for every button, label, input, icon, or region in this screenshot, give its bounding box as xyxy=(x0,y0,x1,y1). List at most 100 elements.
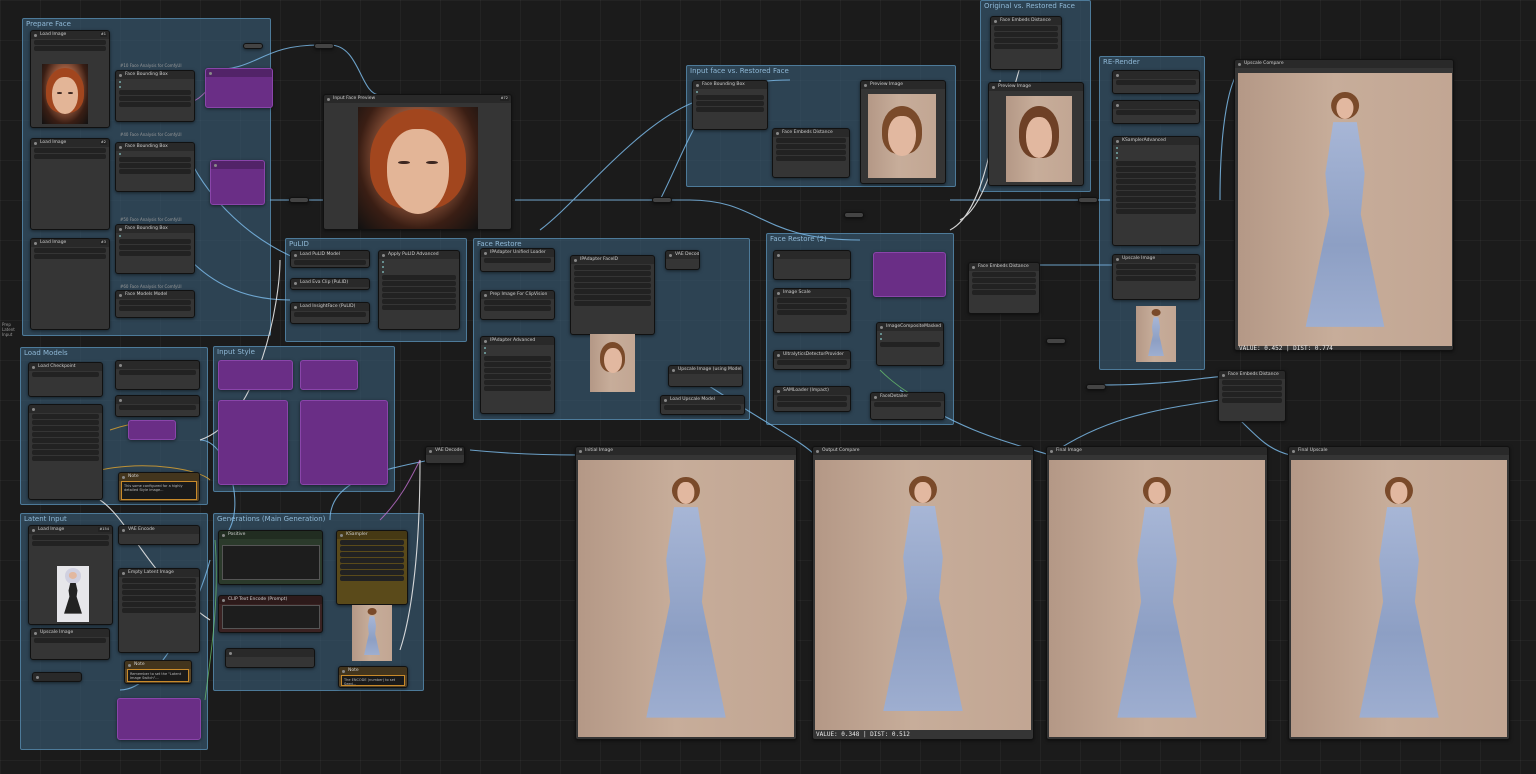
upscale-with-model-node[interactable]: Upscale Image (using Model) xyxy=(668,365,743,387)
device-select[interactable] xyxy=(777,402,847,407)
note-text[interactable]: This some configured for a highly detail… xyxy=(121,481,197,500)
projection-widget[interactable] xyxy=(382,281,456,286)
seed-widget[interactable] xyxy=(119,370,196,375)
input-slot[interactable] xyxy=(484,351,551,355)
image-select[interactable] xyxy=(34,148,106,153)
insightface-node[interactable]: Load InsightFace (PuLID) xyxy=(290,302,370,324)
face-embeds-distance-node[interactable]: Face Embeds Distance xyxy=(772,128,850,178)
image-scale-node[interactable]: Image Scale xyxy=(773,288,851,333)
threshold-widget[interactable] xyxy=(1222,392,1282,397)
input-slot[interactable] xyxy=(880,337,940,341)
eva-clip-node[interactable]: Load Eva Clip (PuLID) xyxy=(290,278,370,290)
load-checkpoint-node[interactable]: Load Checkpoint xyxy=(28,362,103,397)
negative-prompt-input[interactable] xyxy=(222,605,320,629)
model-select[interactable] xyxy=(777,396,847,401)
ksampler-advanced-node[interactable]: KSamplerAdvanced xyxy=(1112,136,1200,246)
input-slot[interactable] xyxy=(1116,151,1196,155)
lora-stack-node[interactable] xyxy=(28,404,103,500)
seed-widget[interactable] xyxy=(340,540,404,545)
input-slot[interactable] xyxy=(1116,146,1196,150)
index-widget[interactable] xyxy=(119,169,191,174)
start-at-widget[interactable] xyxy=(484,374,551,379)
latent-switch-node[interactable] xyxy=(225,648,315,668)
color-match-node[interactable] xyxy=(773,250,851,280)
lora-widget[interactable] xyxy=(32,456,99,461)
input-slot[interactable] xyxy=(1116,156,1196,160)
upload-button[interactable] xyxy=(34,254,106,259)
height-widget[interactable] xyxy=(122,584,196,589)
threshold-widget[interactable] xyxy=(776,150,846,155)
face-bounding-node[interactable]: Face Bounding Box xyxy=(692,80,768,130)
face-bounding-node[interactable]: Face Bounding Box xyxy=(115,224,195,274)
index-widget[interactable] xyxy=(696,107,764,112)
face-models-node[interactable]: Face Models Model xyxy=(115,290,195,318)
preset-widget[interactable] xyxy=(484,258,551,263)
interpolation-widget[interactable] xyxy=(484,300,551,305)
method-widget[interactable] xyxy=(34,638,106,643)
upload-button[interactable] xyxy=(34,46,106,51)
similarity-widget[interactable] xyxy=(1222,380,1282,385)
bypassed-node[interactable] xyxy=(218,400,288,485)
bypassed-node[interactable] xyxy=(210,160,265,205)
lora-widget[interactable] xyxy=(32,414,99,419)
upscale-node-rr[interactable]: Upscale Image xyxy=(1112,254,1200,300)
reroute-node[interactable] xyxy=(1046,338,1066,344)
end-widget[interactable] xyxy=(1116,209,1196,214)
provider-select[interactable] xyxy=(294,312,366,317)
note-text[interactable]: Remember to set the "Latent Image Switch… xyxy=(127,669,189,682)
re-render-clip-node[interactable] xyxy=(1112,100,1200,124)
scheduler-widget[interactable] xyxy=(574,295,651,300)
padding-widget[interactable] xyxy=(119,157,191,162)
prep-clipvision-node[interactable]: Prep Image For ClipVision xyxy=(480,290,555,320)
ipadapter-faceid-node[interactable]: IPAdapter FaceID xyxy=(570,255,655,335)
width-widget[interactable] xyxy=(777,304,847,309)
face-bounding-node[interactable]: Face Bounding Box xyxy=(115,142,195,192)
upscale-model-node[interactable]: Load Upscale Model xyxy=(660,395,745,415)
weight-type-widget[interactable] xyxy=(484,362,551,367)
reroute-node[interactable] xyxy=(652,197,672,203)
filter-widget[interactable] xyxy=(994,32,1058,37)
pulid-file-select[interactable] xyxy=(294,260,366,265)
steps-widget[interactable] xyxy=(1116,179,1196,184)
bypassed-node[interactable] xyxy=(117,698,201,740)
padding-percent-widget[interactable] xyxy=(119,245,191,250)
face-detailer-node[interactable]: FaceDetailer xyxy=(870,392,945,420)
sampler-widget[interactable] xyxy=(340,564,404,569)
reroute-node[interactable] xyxy=(314,43,334,49)
similarity-widget[interactable] xyxy=(994,26,1058,31)
start-at-widget[interactable] xyxy=(382,299,456,304)
re-render-model-node[interactable] xyxy=(1112,70,1200,94)
image-select[interactable] xyxy=(34,40,106,45)
text-widget[interactable] xyxy=(1116,110,1196,115)
sampler-widget[interactable] xyxy=(1116,191,1196,196)
image-select[interactable] xyxy=(34,248,106,253)
vae-encode-node[interactable]: VAE Encode xyxy=(118,525,200,545)
vae-decode-node[interactable]: VAE Decode xyxy=(425,446,465,464)
input-slot[interactable] xyxy=(119,85,191,89)
best-widget[interactable] xyxy=(776,156,846,161)
ipadapter-advanced-node[interactable]: IPAdapter Advanced xyxy=(480,336,555,414)
input-slot[interactable] xyxy=(696,90,764,94)
bypassed-node[interactable] xyxy=(218,360,293,390)
control-widget[interactable] xyxy=(340,546,404,551)
clip-node[interactable] xyxy=(115,360,200,390)
face-embeds-distance-node[interactable]: Face Embeds Distance xyxy=(990,16,1062,70)
filter-widget[interactable] xyxy=(776,144,846,149)
image-composite-node[interactable]: ImageCompositeMasked xyxy=(876,322,944,366)
model-select[interactable] xyxy=(777,360,847,365)
combine-widget[interactable] xyxy=(484,368,551,373)
crop-widget[interactable] xyxy=(1116,276,1196,281)
weight-widget[interactable] xyxy=(382,275,456,280)
input-slot[interactable] xyxy=(119,234,191,238)
denoise-widget[interactable] xyxy=(574,301,651,306)
lora-widget[interactable] xyxy=(32,450,99,455)
best-widget[interactable] xyxy=(994,44,1058,49)
best-widget[interactable] xyxy=(1222,398,1282,403)
upload-button[interactable] xyxy=(32,541,109,546)
model-select[interactable] xyxy=(119,300,191,305)
face-bounding-node[interactable]: Face Bounding Box xyxy=(115,70,195,122)
pulid-model-node[interactable]: Load PuLID Model xyxy=(290,250,370,268)
load-image-node[interactable]: Load Image #3 xyxy=(30,238,110,330)
sam-loader-node[interactable]: SAMLoader (Impact) xyxy=(773,386,851,412)
bypassed-node[interactable] xyxy=(300,400,388,485)
